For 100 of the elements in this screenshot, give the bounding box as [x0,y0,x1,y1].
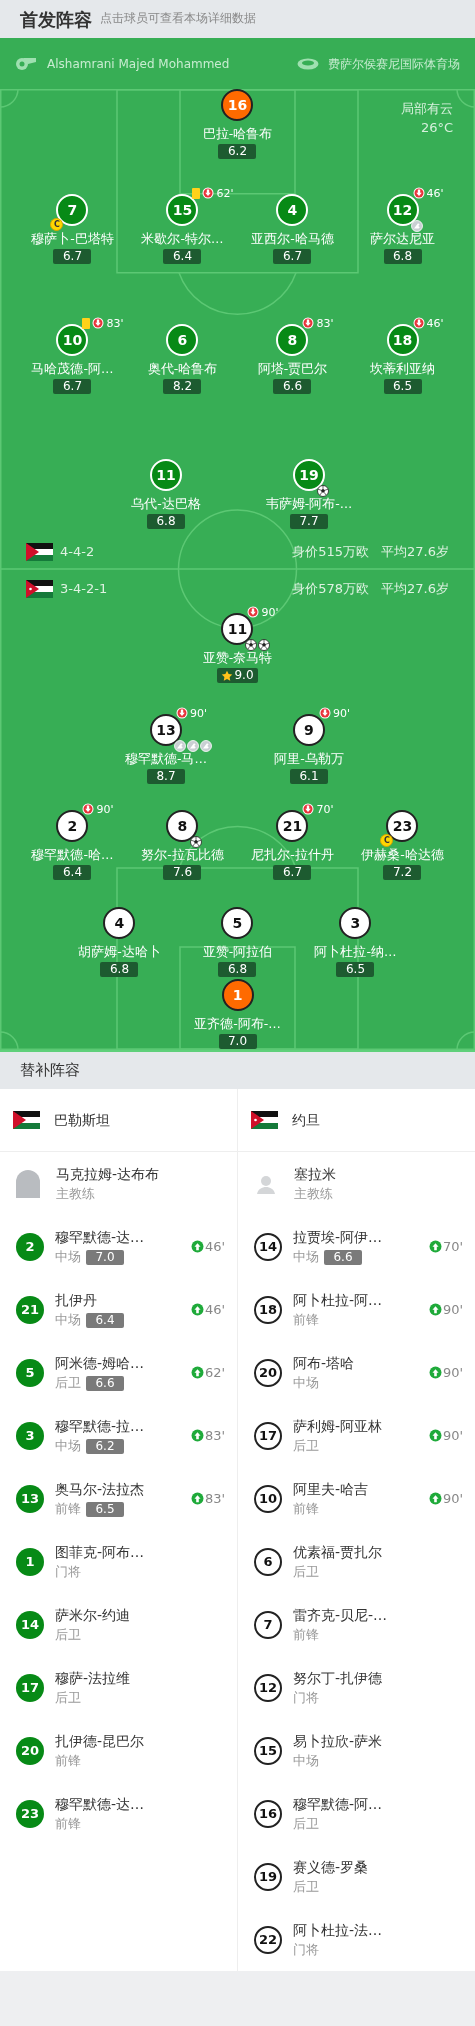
coach-name[interactable]: 马克拉姆-达布布 [56,1163,160,1184]
coach-role: 主教练 [56,1184,96,1203]
rating-badge: 7.2 [383,865,422,880]
substitution-minute: 46' [426,317,444,329]
shirt-number[interactable]: 16 [254,1799,282,1828]
substitution-out-icon [92,317,105,329]
soccer-ball-icon [190,836,203,848]
venue-name: 费萨尔侯赛尼国际体育场 [328,55,460,73]
player-name[interactable]: 阿卜杜拉-法… [293,1920,463,1940]
shirt-number[interactable]: 18 [254,1295,282,1324]
player-name[interactable]: 图菲克-阿布… [55,1542,225,1562]
shirt-number[interactable]: 12 [254,1673,282,1702]
shirt-number[interactable]: 1 [16,1547,44,1576]
rating-badge: 6.6 [86,1375,124,1391]
whistle-icon [15,56,37,71]
rating-badge: 6.8 [147,514,185,529]
shirt-number[interactable]: 7 [254,1610,282,1639]
shirt-number[interactable]: 20 [254,1358,282,1387]
player-position: 前锋 [55,1752,81,1770]
shirt-number[interactable]: 19 [293,459,325,491]
shirt-number[interactable]: 6 [254,1547,282,1576]
rating-badge: 9.0 [217,668,258,683]
player-name[interactable]: 阿卜杜拉-阿… [293,1290,429,1310]
substitution-in-icon [190,1366,204,1379]
player-position: 中场 [293,1248,319,1266]
shirt-number[interactable]: 4 [276,194,309,226]
shirt-number[interactable]: 9 [293,714,325,746]
shirt-number[interactable]: 23 [16,1799,44,1828]
player-name[interactable]: 穆罕默德-阿… [293,1794,463,1814]
substitution-minute: 62' [216,187,234,199]
rating-badge: 6.4 [86,1312,124,1328]
player-name[interactable]: 易卜拉欣-萨米 [293,1731,463,1751]
shirt-number[interactable]: 11 [221,613,254,645]
rating-badge: 6.7 [53,379,92,394]
player-name[interactable]: 赛义德-罗桑 [293,1857,463,1877]
player-name[interactable]: 阿里夫-哈吉 [293,1479,429,1499]
player-position: 门将 [55,1563,81,1581]
shirt-number[interactable]: 21 [276,810,309,842]
shirt-number[interactable]: 14 [254,1232,282,1261]
shirt-number[interactable]: 14 [16,1610,44,1639]
shirt-number[interactable]: 17 [16,1673,44,1702]
player-name[interactable]: 优素福-贾扎尔 [293,1542,463,1562]
shirt-number[interactable]: 2 [56,810,89,842]
player-name[interactable]: 努尔丁-扎伊德 [293,1668,463,1688]
player-name[interactable]: 扎伊丹 [55,1290,191,1310]
shirt-number[interactable]: 3 [339,907,372,939]
rating-badge: 7.7 [290,514,328,529]
soccer-ball-icon [317,485,329,497]
player-name[interactable]: 拉贾埃-阿伊… [293,1227,429,1247]
player-name[interactable]: 穆罕默德-达… [55,1794,225,1814]
shirt-number[interactable]: 8 [166,810,199,842]
coach-name[interactable]: 塞拉米 [294,1163,336,1184]
shirt-number[interactable]: 10 [56,324,89,356]
player-name[interactable]: 阿布-塔哈 [293,1353,429,1373]
captain-badge: C [50,218,64,231]
shirt-number[interactable]: 15 [254,1736,282,1765]
shirt-number[interactable]: 11 [150,459,182,491]
shirt-number[interactable]: 18 [386,324,419,356]
player-name[interactable]: 萨利姆-阿亚林 [293,1416,429,1436]
player-name[interactable]: 穆罕默德-拉… [55,1416,191,1436]
shirt-number[interactable]: 2 [16,1232,44,1261]
rating-badge: 6.4 [53,865,92,880]
section-title: 替补阵容 [20,1060,80,1082]
rating-badge: 6.6 [273,379,312,394]
substitution-in-icon [190,1429,204,1442]
shirt-number[interactable]: 5 [221,907,254,939]
shirt-number[interactable]: 5 [16,1358,44,1387]
formation-label: 3-4-2-1 [60,580,108,598]
player-name[interactable]: 扎伊德-昆巴尔 [55,1731,225,1751]
rating-badge: 8.7 [147,769,185,784]
shirt-number[interactable]: 10 [254,1484,282,1513]
shirt-number[interactable]: 4 [103,907,136,939]
substitution-minute: 83' [316,317,334,329]
shirt-number[interactable]: 6 [166,324,199,356]
shirt-number[interactable]: 13 [16,1484,44,1513]
substitution-minute: 46' [204,1300,225,1319]
shirt-number[interactable]: 21 [16,1295,44,1324]
rating-badge: 6.2 [218,144,257,159]
rating-badge: 6.5 [336,962,375,977]
shirt-number[interactable]: 3 [16,1421,44,1450]
shirt-number[interactable]: 17 [254,1421,282,1450]
shirt-number[interactable]: 8 [276,324,309,356]
player-name[interactable]: 雷齐克-贝尼-… [293,1605,463,1625]
shirt-number[interactable]: 15 [166,194,199,226]
team-value: 身价578万欧 [292,580,370,598]
player-name[interactable]: 奥马尔-法拉杰 [55,1479,191,1499]
shirt-number[interactable]: 13 [150,714,182,746]
player-name[interactable]: 萨米尔-约迪 [55,1605,225,1625]
shirt-number[interactable]: 12 [386,194,419,226]
substitution-minute: 46' [426,187,444,199]
player-name[interactable]: 穆罕默德-达… [55,1227,191,1247]
team-value: 身价515万欧 [292,543,370,561]
player-position: 后卫 [293,1437,319,1455]
shirt-number[interactable]: 19 [254,1862,282,1891]
weather-text: 局部有云 [401,100,453,118]
rating-badge: 6.8 [218,962,257,977]
player-name[interactable]: 穆萨-法拉维 [55,1668,225,1688]
shirt-number[interactable]: 22 [254,1925,282,1954]
player-name[interactable]: 阿米德-姆哈… [55,1353,191,1373]
shirt-number[interactable]: 20 [16,1736,44,1765]
